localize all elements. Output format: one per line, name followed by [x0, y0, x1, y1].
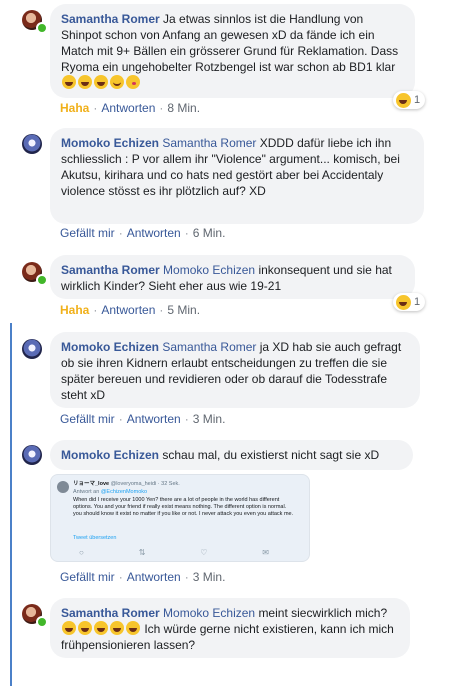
tweet-avatar: [57, 481, 69, 493]
like-link[interactable]: Gefällt mir: [60, 226, 115, 240]
comment-actions: Haha · Antworten · 8 Min.: [60, 101, 201, 115]
haha-emoji-icon: [126, 621, 140, 635]
reaction-summary[interactable]: 1: [393, 293, 426, 311]
timestamp[interactable]: 3 Min.: [193, 412, 226, 426]
like-link[interactable]: Gefällt mir: [60, 412, 115, 426]
kiss-emoji-icon: [126, 75, 140, 89]
tweet-action-icons: ○ ⇅ ♡ ✉: [79, 548, 269, 557]
comment-text: schau mal, du existierst nicht sagt sie …: [162, 448, 380, 462]
reaction-summary[interactable]: 1: [393, 91, 426, 109]
comment-bubble: Momoko Echizen schau mal, du existierst …: [50, 440, 413, 470]
mention-tag[interactable]: Momoko Echizen: [163, 263, 255, 277]
haha-emoji-icon: [78, 75, 92, 89]
reply-link[interactable]: Antworten: [101, 101, 155, 115]
reply-link[interactable]: Antworten: [127, 570, 181, 584]
comment-bubble: Samantha Romer Momoko Echizen meint siec…: [50, 598, 410, 658]
haha-emoji-icon: [94, 75, 108, 89]
reply-thread-line: [10, 323, 12, 686]
tweet-translate: Tweet übersetzen: [73, 535, 117, 541]
timestamp[interactable]: 8 Min.: [167, 101, 200, 115]
haha-emoji-icon: [396, 92, 411, 108]
tweet-text: When did I receive your 1000 Yen? there …: [73, 497, 294, 517]
mention-tag[interactable]: Samantha Romer: [162, 340, 256, 354]
reply-icon: ○: [79, 548, 84, 557]
mail-icon: ✉: [262, 548, 269, 557]
comment-author[interactable]: Momoko Echizen: [61, 136, 159, 150]
haha-emoji-icon: [78, 621, 92, 635]
like-link[interactable]: Gefällt mir: [60, 570, 115, 584]
comment-actions: Gefällt mir · Antworten · 6 Min.: [60, 226, 226, 240]
comment-author[interactable]: Samantha Romer: [61, 606, 160, 620]
timestamp[interactable]: 6 Min.: [193, 226, 226, 240]
tweet-handle: @loveryoma_heidi · 32 Sek.: [110, 481, 180, 487]
tweet-reply-handle: @EchizenMomoko: [100, 489, 148, 495]
haha-emoji-icon: [62, 75, 76, 89]
tweet-reply-prefix: Antwort an: [73, 489, 100, 495]
haha-emoji-icon: [396, 294, 411, 310]
reaction-count: 1: [414, 94, 421, 106]
timestamp[interactable]: 5 Min.: [167, 303, 200, 317]
comment-author[interactable]: Momoko Echizen: [61, 448, 159, 462]
tweet-screenshot-image[interactable]: リョーマ_love @loveryoma_heidi · 32 Sek. Ant…: [50, 474, 310, 562]
online-status-icon: [36, 22, 48, 34]
reply-link[interactable]: Antworten: [127, 412, 181, 426]
comment-author[interactable]: Momoko Echizen: [61, 340, 159, 354]
blush-emoji-icon: [110, 75, 124, 89]
haha-reaction-button[interactable]: Haha: [60, 303, 89, 317]
reply-link[interactable]: Antworten: [101, 303, 155, 317]
online-status-icon: [36, 274, 48, 286]
comment-author[interactable]: Samantha Romer: [61, 12, 160, 26]
reply-link[interactable]: Antworten: [127, 226, 181, 240]
haha-emoji-icon: [110, 621, 124, 635]
comment-bubble: Momoko Echizen Samantha Romer ja XD hab …: [50, 332, 420, 408]
tweet-user: リョーマ_love: [73, 481, 110, 487]
comment-text: meint siecwirklich mich?: [258, 606, 388, 620]
retweet-icon: ⇅: [138, 548, 146, 557]
mention-tag[interactable]: Momoko Echizen: [163, 606, 255, 620]
tweet-header: リョーマ_love @loveryoma_heidi · 32 Sek.: [73, 481, 301, 488]
avatar[interactable]: [22, 134, 42, 154]
comment-bubble: Momoko Echizen Samantha Romer XDDD dafür…: [50, 128, 424, 224]
tweet-reply-to: Antwort an @EchizenMomoko: [73, 489, 147, 496]
like-heart-icon: ♡: [200, 548, 208, 557]
comment-actions: Gefällt mir · Antworten · 3 Min.: [60, 412, 226, 426]
mention-tag[interactable]: Samantha Romer: [162, 136, 256, 150]
haha-emoji-icon: [94, 621, 108, 635]
comment-author[interactable]: Samantha Romer: [61, 263, 160, 277]
timestamp[interactable]: 3 Min.: [193, 570, 226, 584]
haha-reaction-button[interactable]: Haha: [60, 101, 89, 115]
comment-bubble: Samantha Romer Momoko Echizen inkonseque…: [50, 255, 415, 299]
emoji-group: [61, 75, 141, 90]
avatar[interactable]: [22, 445, 42, 465]
reaction-count: 1: [414, 296, 421, 308]
comment-actions: Haha · Antworten · 5 Min.: [60, 303, 201, 317]
comment-actions: Gefällt mir · Antworten · 3 Min.: [60, 570, 226, 584]
online-status-icon: [36, 616, 48, 628]
comment-bubble: Samantha Romer Ja etwas sinnlos ist die …: [50, 4, 415, 98]
avatar[interactable]: [22, 339, 42, 359]
haha-emoji-icon: [62, 621, 76, 635]
emoji-group: [61, 621, 144, 636]
